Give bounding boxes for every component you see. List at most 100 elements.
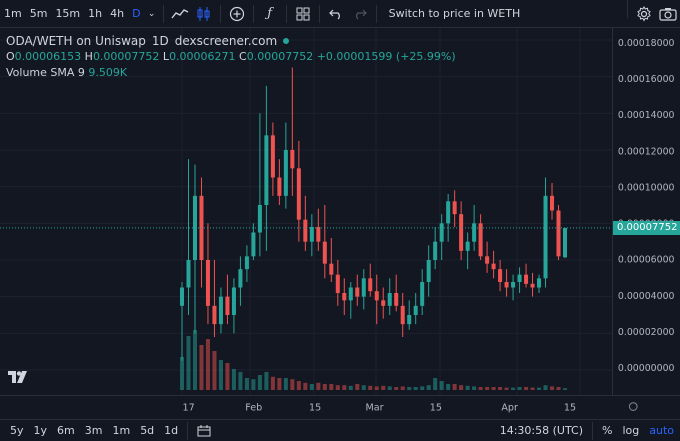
sma-value: 9.509K xyxy=(88,66,128,79)
candle-body xyxy=(192,195,197,260)
candles-icon[interactable] xyxy=(192,0,216,28)
volume-bar xyxy=(459,385,464,390)
candle-body xyxy=(355,287,360,297)
close-label: C xyxy=(239,50,247,63)
interval-5m[interactable]: 5m xyxy=(26,0,52,28)
volume-bar xyxy=(550,386,555,390)
candle-body xyxy=(498,269,503,282)
volume-bar xyxy=(192,330,197,390)
volume-bar xyxy=(543,385,548,390)
price-chart[interactable] xyxy=(0,28,612,395)
time-tick-label: 15 xyxy=(309,402,321,413)
range-1d[interactable]: 1d xyxy=(159,424,183,437)
candle-body xyxy=(303,219,308,242)
pair-name: ODA/WETH on Uniswap xyxy=(6,34,146,48)
ohlc-row: O0.00006153 H0.00007752 L0.00006271 C0.0… xyxy=(6,49,456,65)
chevron-down-icon[interactable]: ⌄ xyxy=(145,0,159,28)
divider xyxy=(285,4,287,23)
range-5y[interactable]: 5y xyxy=(0,424,29,437)
volume-bar xyxy=(400,386,405,390)
auto-scale-button[interactable]: auto xyxy=(644,424,680,437)
candle-body xyxy=(212,305,217,325)
range-6m[interactable]: 6m xyxy=(52,424,80,437)
interval-4h[interactable]: 4h xyxy=(106,0,128,28)
candle-body xyxy=(251,232,256,257)
percent-scale-button[interactable]: % xyxy=(597,424,617,437)
volume-bar xyxy=(387,386,392,390)
clock-time[interactable]: 14:30:58 (UTC) xyxy=(495,424,588,437)
candle-body xyxy=(329,263,334,275)
interval-1h[interactable]: 1h xyxy=(84,0,106,28)
candle-body xyxy=(537,278,542,288)
price-axis[interactable]: 0.00018000 0.00016000 0.00014000 0.00012000… xyxy=(612,28,680,395)
undo-icon[interactable] xyxy=(324,0,348,28)
volume-bar xyxy=(530,387,535,390)
line-chart-icon[interactable] xyxy=(168,0,192,28)
candle-body xyxy=(368,278,373,292)
open-value: 0.00006153 xyxy=(14,50,82,63)
candle-body xyxy=(387,293,392,306)
candle-body xyxy=(420,282,425,306)
log-scale-button[interactable]: log xyxy=(617,424,644,437)
range-5d[interactable]: 5d xyxy=(135,424,159,437)
time-axis[interactable]: 17 Feb 15 Mar 15 Apr 15 xyxy=(0,395,680,419)
candle-body xyxy=(556,210,561,257)
volume-bar xyxy=(452,384,457,390)
volume-bar xyxy=(562,388,568,390)
candle-body xyxy=(465,241,470,251)
date-range-icon[interactable] xyxy=(192,417,216,441)
price-tick-label: 0.00006000 xyxy=(618,255,675,266)
volume-bar xyxy=(186,336,191,390)
candle-body xyxy=(218,296,223,325)
volume-bar xyxy=(524,387,529,390)
volume-bar xyxy=(257,375,262,390)
candle-body xyxy=(426,260,431,282)
volume-bar xyxy=(478,387,483,390)
candle-body xyxy=(238,269,243,288)
interval-d[interactable]: D xyxy=(128,0,144,28)
price-tick-label: 0.00002000 xyxy=(618,327,675,338)
axis-settings-icon xyxy=(628,402,638,411)
range-3m[interactable]: 3m xyxy=(80,424,108,437)
bottom-bar-right: 14:30:58 (UTC) % log auto xyxy=(495,421,680,440)
redo-icon[interactable] xyxy=(348,0,372,28)
volume-bar xyxy=(225,363,230,390)
camera-icon[interactable] xyxy=(656,0,680,28)
tradingview-logo[interactable] xyxy=(8,371,28,385)
volume-bar xyxy=(407,387,412,390)
gear-icon[interactable] xyxy=(632,0,656,28)
volume-bar xyxy=(212,351,217,390)
range-1m[interactable]: 1m xyxy=(107,424,135,437)
candle-body xyxy=(511,282,516,288)
add-indicator-icon[interactable] xyxy=(225,0,249,28)
function-icon[interactable]: ƒ xyxy=(258,0,282,28)
layout-grid-icon[interactable] xyxy=(291,0,315,28)
candle-body xyxy=(186,260,191,288)
switch-price-button[interactable]: Switch to price in WETH xyxy=(381,7,529,20)
candle-body xyxy=(452,201,457,215)
candle-body xyxy=(407,315,412,325)
divider xyxy=(627,0,628,18)
candle-body xyxy=(225,296,230,315)
volume-bar xyxy=(361,385,366,390)
candle-body xyxy=(394,293,399,306)
candle-body xyxy=(524,274,529,284)
interval-15m[interactable]: 15m xyxy=(51,0,84,28)
volume-bar xyxy=(413,387,418,390)
legend-title-row: ODA/WETH on Uniswap 1D dexscreener.com xyxy=(6,33,456,49)
time-tick-label: 15 xyxy=(564,402,576,413)
divider xyxy=(592,421,593,440)
candle-body xyxy=(530,283,535,288)
range-1y[interactable]: 1y xyxy=(29,424,53,437)
volume-bar xyxy=(322,384,327,390)
candle-body xyxy=(439,223,444,242)
candle-body xyxy=(283,150,288,196)
candle-body xyxy=(342,293,347,301)
volume-bar xyxy=(218,360,223,390)
volume-bar xyxy=(426,385,431,390)
source-name: dexscreener.com xyxy=(174,34,278,48)
interval-1m[interactable]: 1m xyxy=(0,0,26,28)
candle-body xyxy=(309,227,314,242)
close-value: 0.00007752 xyxy=(246,50,314,63)
candle-body xyxy=(322,241,327,264)
